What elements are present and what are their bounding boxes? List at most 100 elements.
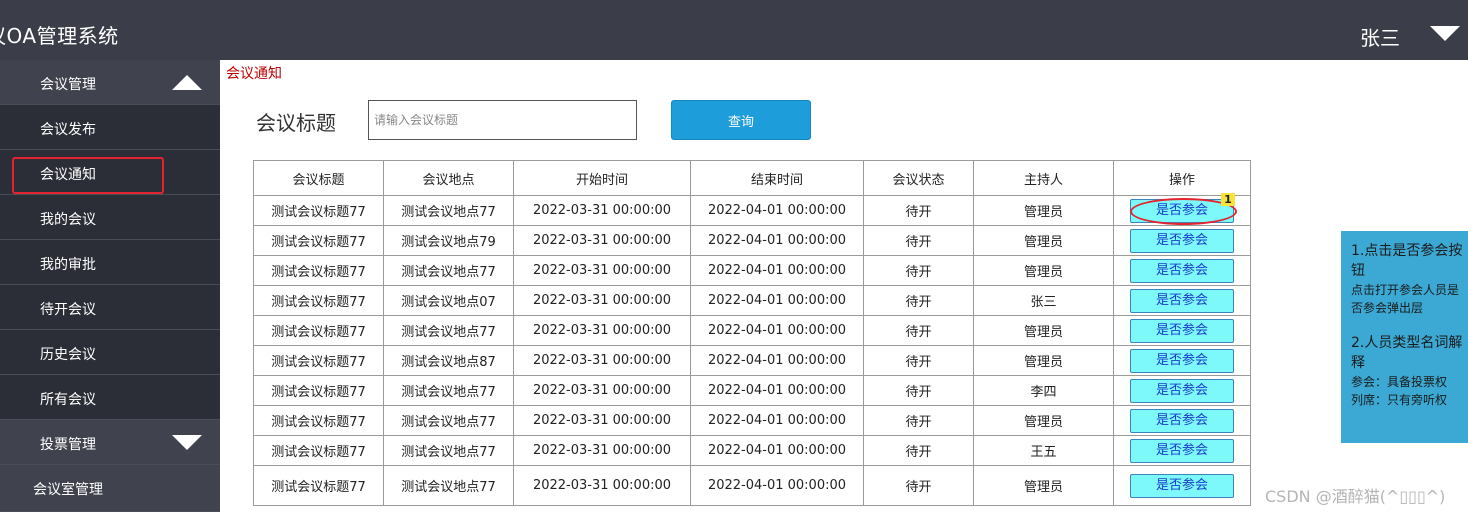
- table-cell: 测试会议标题77: [253, 345, 384, 376]
- sidebar-item-pending-meetings[interactable]: 待开会议: [0, 285, 220, 330]
- column-header: 会议状态: [863, 160, 974, 196]
- active-item-highlight: [12, 157, 164, 194]
- step-badge: 1: [1221, 193, 1235, 206]
- table-cell: 待开: [863, 405, 974, 436]
- table-cell: 测试会议标题77: [253, 195, 384, 226]
- table-cell: 测试会议地点77: [383, 435, 514, 466]
- table-cell: 2022-04-01 00:00:00: [690, 375, 864, 406]
- table-cell: 管理员: [973, 465, 1114, 506]
- sidebar-item-all-meetings[interactable]: 所有会议: [0, 375, 220, 420]
- table-cell: 2022-03-31 00:00:00: [513, 195, 691, 226]
- attend-button[interactable]: 是否参会: [1130, 408, 1234, 433]
- table-cell: 管理员: [973, 405, 1114, 436]
- table-cell: 待开: [863, 315, 974, 346]
- table-cell: 测试会议地点77: [383, 375, 514, 406]
- table-cell-action: 是否参会: [1113, 465, 1251, 506]
- table-cell: 待开: [863, 225, 974, 256]
- table-cell: 测试会议标题77: [253, 465, 384, 506]
- table-cell: 2022-04-01 00:00:00: [690, 345, 864, 376]
- table-cell-action: 是否参会: [1113, 225, 1251, 256]
- note-text: 参会：具备投票权: [1351, 375, 1448, 389]
- sidebar-item-history-meetings[interactable]: 历史会议: [0, 330, 220, 375]
- attend-button[interactable]: 是否参会: [1130, 288, 1234, 313]
- table-cell: 2022-03-31 00:00:00: [513, 405, 691, 436]
- table-cell: 测试会议标题77: [253, 225, 384, 256]
- note-text: 否参会弹出层: [1351, 301, 1424, 315]
- table-cell: 待开: [863, 465, 974, 506]
- table-cell: 2022-03-31 00:00:00: [513, 375, 691, 406]
- table-cell-action: 是否参会: [1113, 375, 1251, 406]
- attend-button[interactable]: 是否参会: [1130, 473, 1234, 498]
- table-cell: 2022-03-31 00:00:00: [513, 345, 691, 376]
- table-row: 测试会议标题77 测试会议地点77 2022-03-31 00:00:00 2022-…: [253, 465, 1251, 506]
- sidebar: 会议管理 会议发布 会议通知 我的会议 我的审批 待开会议 历史会议 所有会议 …: [0, 60, 220, 512]
- note-text: 列席：只有旁听权: [1351, 393, 1448, 407]
- caret-down-icon[interactable]: [1430, 26, 1460, 41]
- table-cell-action: 是否参会: [1113, 255, 1251, 286]
- table-cell: 测试会议标题77: [253, 255, 384, 286]
- table-cell: 测试会议标题77: [253, 375, 384, 406]
- table-cell: 管理员: [973, 225, 1114, 256]
- table-cell: 测试会议地点77: [383, 465, 514, 506]
- table-row: 测试会议标题77 测试会议地点77 2022-03-31 00:00:00 2022-…: [253, 375, 1251, 406]
- table-cell: 测试会议地点07: [383, 285, 514, 316]
- watermark: CSDN @酒醉猫(^▯▯▯^): [1265, 487, 1446, 506]
- sidebar-item-label: 历史会议: [40, 347, 96, 363]
- table-cell: 2022-03-31 00:00:00: [513, 225, 691, 256]
- table-cell: 2022-03-31 00:00:00: [513, 435, 691, 466]
- table-cell: 2022-03-31 00:00:00: [513, 255, 691, 286]
- sidebar-group-vote-management[interactable]: 投票管理: [0, 420, 220, 465]
- search-label: 会议标题: [256, 111, 336, 135]
- sidebar-item-meeting-publish[interactable]: 会议发布: [0, 105, 220, 150]
- table-cell-action: 是否参会: [1113, 435, 1251, 466]
- table-row: 测试会议标题77 测试会议地点77 2022-03-31 00:00:00 2022-…: [253, 435, 1251, 466]
- table-row: 测试会议标题77 测试会议地点87 2022-03-31 00:00:00 2022-…: [253, 345, 1251, 376]
- table-cell: 待开: [863, 255, 974, 286]
- sidebar-item-my-approvals[interactable]: 我的审批: [0, 240, 220, 285]
- note-heading: 释: [1351, 355, 1365, 371]
- column-header: 操作: [1113, 160, 1251, 196]
- table-row: 测试会议标题77 测试会议地点77 2022-03-31 00:00:00 2022-…: [253, 405, 1251, 436]
- column-header: 结束时间: [690, 160, 864, 196]
- sidebar-item-label: 所有会议: [40, 392, 96, 408]
- triangle-down-icon: [172, 435, 202, 450]
- sidebar-item-label: 待开会议: [40, 302, 96, 318]
- table-cell: 待开: [863, 195, 974, 226]
- sidebar-item-label: 投票管理: [40, 437, 96, 453]
- attend-button[interactable]: 是否参会: [1130, 318, 1234, 343]
- attend-button[interactable]: 是否参会: [1130, 438, 1234, 463]
- attend-button[interactable]: 是否参会: [1130, 348, 1234, 373]
- table-cell-action: 是否参会: [1113, 315, 1251, 346]
- table-cell: 待开: [863, 375, 974, 406]
- search-button[interactable]: 查询: [671, 100, 811, 140]
- user-name[interactable]: 张三: [1360, 22, 1400, 51]
- attend-button[interactable]: 是否参会: [1130, 228, 1234, 253]
- table-cell-action: 是否参会: [1113, 285, 1251, 316]
- sidebar-item-label: 会议发布: [40, 122, 96, 138]
- sidebar-item-label: 会议室管理: [33, 482, 103, 498]
- note-heading: 2.人员类型名词解: [1351, 335, 1463, 351]
- sidebar-item-my-meetings[interactable]: 我的会议: [0, 195, 220, 240]
- sidebar-item-label: 我的会议: [40, 212, 96, 228]
- sidebar-group-meeting-management[interactable]: 会议管理: [0, 60, 220, 105]
- attend-button[interactable]: 是否参会: [1130, 378, 1234, 403]
- attend-button[interactable]: 是否参会: [1130, 258, 1234, 283]
- table-cell: 2022-03-31 00:00:00: [513, 465, 691, 506]
- note-heading: 1.点击是否参会按: [1351, 243, 1463, 259]
- table-cell: 测试会议地点77: [383, 405, 514, 436]
- table-cell: 2022-04-01 00:00:00: [690, 195, 864, 226]
- note-heading: 钮: [1351, 263, 1365, 279]
- table-cell: 测试会议标题77: [253, 285, 384, 316]
- table-cell: 李四: [973, 375, 1114, 406]
- table-cell: 测试会议地点79: [383, 225, 514, 256]
- table-cell: 2022-04-01 00:00:00: [690, 405, 864, 436]
- sidebar-item-label: 会议管理: [40, 77, 96, 93]
- table-cell: 管理员: [973, 345, 1114, 376]
- table-cell: 测试会议地点77: [383, 315, 514, 346]
- triangle-up-icon: [172, 75, 202, 90]
- table-cell: 测试会议地点87: [383, 345, 514, 376]
- search-input[interactable]: [368, 100, 637, 140]
- sidebar-item-meeting-room-management[interactable]: 会议室管理: [0, 465, 220, 512]
- meeting-table: 会议标题 会议地点 开始时间 结束时间 会议状态 主持人 操作 测试会议标题77…: [253, 160, 1251, 506]
- table-cell-action: 是否参会: [1113, 405, 1251, 436]
